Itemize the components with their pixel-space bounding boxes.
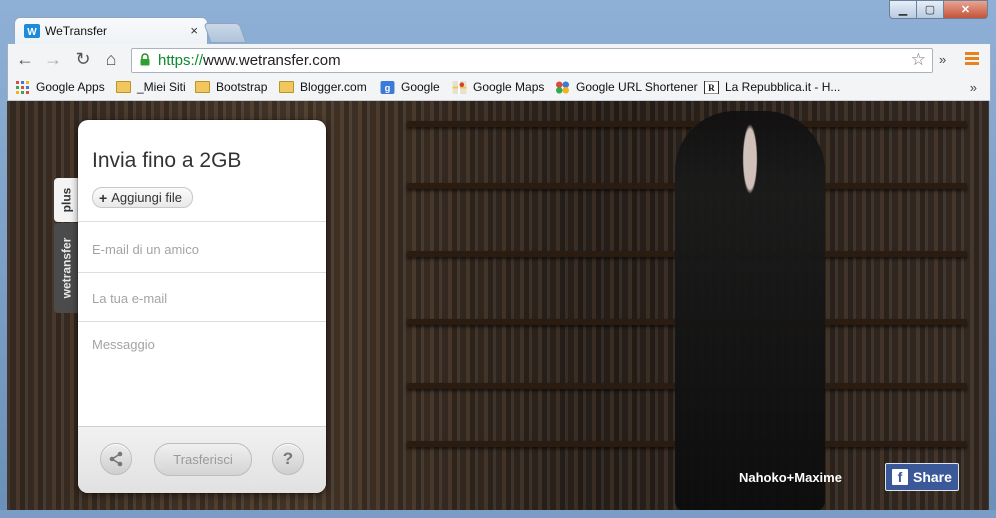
help-button[interactable]: ? [272, 443, 304, 475]
bookmark-label: Bootstrap [216, 80, 268, 94]
facebook-icon: f [892, 469, 908, 485]
extensions-overflow-icon[interactable]: » [939, 52, 946, 67]
window-bottom-border [0, 510, 996, 518]
tab-wetransfer-logo[interactable]: wetransfer [54, 223, 78, 313]
tab-plus-label: plus [59, 187, 74, 213]
folder-icon [116, 81, 131, 93]
window-controls: ▁ ▢ ✕ [889, 0, 988, 19]
bookmark-label: La Repubblica.it - H... [725, 80, 841, 94]
friend-email-field[interactable] [78, 239, 326, 259]
bookmark-blogger[interactable]: Blogger.com [279, 80, 367, 94]
bookmarks-bar: Google Apps _Miei Siti Bootstrap Blogger… [7, 76, 991, 101]
repubblica-icon: R [704, 80, 719, 94]
folder-icon [279, 81, 294, 93]
bookmark-repubblica[interactable]: R La Repubblica.it - H... [704, 80, 840, 94]
svg-text:g: g [385, 83, 391, 93]
your-email-field[interactable] [78, 288, 326, 308]
tab-title: WeTransfer [45, 24, 108, 38]
bookmark-label: Blogger.com [300, 80, 367, 94]
svg-text:W: W [27, 27, 37, 38]
panel-title: Invia fino a 2GB [92, 149, 242, 172]
bookmark-label: Google URL Shortener [576, 80, 698, 94]
tab-wetransfer[interactable]: W WeTransfer × [14, 17, 208, 45]
url-text[interactable]: https://www.wetransfer.com [158, 52, 341, 69]
home-icon[interactable]: ⌂ [100, 49, 122, 70]
bookmark-google-apps[interactable]: Google Apps [15, 80, 105, 94]
maps-icon [452, 80, 467, 94]
message-field[interactable] [78, 337, 326, 417]
bookmark-bootstrap[interactable]: Bootstrap [195, 80, 267, 94]
google-icon: g [380, 80, 395, 94]
minimize-button[interactable]: ▁ [889, 0, 917, 19]
apps-grid-icon [16, 80, 29, 94]
tab-close-icon[interactable]: × [190, 23, 198, 38]
bookmark-star-icon[interactable]: ☆ [911, 50, 926, 70]
reload-icon[interactable]: ↻ [72, 49, 94, 70]
url-scheme: https:// [158, 52, 204, 69]
friend-email-row [78, 221, 326, 272]
bookmark-label: _Miei Siti [137, 80, 186, 94]
bookmark-label: Google Maps [473, 80, 545, 94]
address-bar[interactable]: https://www.wetransfer.com ☆ [131, 48, 933, 73]
lock-icon [140, 53, 150, 66]
wetransfer-logo-label: wetransfer [59, 237, 74, 299]
shortener-icon [556, 80, 569, 94]
chrome-menu-icon[interactable] [965, 52, 979, 67]
share-icon [109, 451, 123, 467]
browser-window: W WeTransfer × ▁ ▢ ✕ ← → ↻ ⌂ https://www… [0, 0, 996, 518]
transfer-button[interactable]: Trasferisci [154, 443, 252, 476]
tab-plus[interactable]: plus [54, 178, 78, 222]
your-email-row [78, 272, 326, 322]
wetransfer-favicon-icon: W [24, 24, 40, 38]
back-arrow-icon[interactable]: ← [14, 49, 36, 70]
facebook-share-button[interactable]: f Share [885, 463, 959, 491]
forward-arrow-icon[interactable]: → [42, 49, 64, 70]
share-label: Share [913, 469, 952, 485]
add-files-button[interactable]: + Aggiungi file [92, 187, 194, 208]
upload-panel: Invia fino a 2GB +Aggiungi file Trasferi… [78, 120, 326, 493]
photo-credit: Nahoko+Maxime [739, 470, 842, 485]
browser-toolbar: ← → ↻ ⌂ https://www.wetransfer.com ☆ » [7, 44, 991, 76]
bookmark-label: Google Apps [36, 80, 105, 94]
svg-text:R: R [708, 84, 715, 94]
share-link-button[interactable] [100, 443, 132, 475]
bookshelf-board [407, 121, 967, 127]
url-host: www.wetransfer.com [203, 52, 341, 69]
background-model-figure [675, 111, 825, 510]
folder-icon [195, 81, 210, 93]
bookmark-url-shortener[interactable]: Google URL Shortener [555, 80, 698, 94]
plus-icon: + [99, 189, 108, 206]
bookmark-miei-siti[interactable]: _Miei Siti [116, 80, 186, 94]
page-content: plus wetransfer Invia fino a 2GB + Aggiun… [7, 101, 989, 510]
add-files-label: Aggiungi file [111, 190, 183, 205]
bookmark-label: Google [401, 80, 440, 94]
bookmarks-overflow-icon[interactable]: » [970, 80, 977, 95]
bookmark-google-maps[interactable]: Google Maps [452, 80, 544, 94]
message-row [78, 321, 326, 427]
panel-footer: Trasferisci ? [78, 426, 326, 493]
new-tab-button[interactable] [203, 23, 247, 43]
bookmark-google[interactable]: g Google [380, 80, 440, 94]
maximize-button[interactable]: ▢ [916, 0, 944, 19]
close-window-button[interactable]: ✕ [943, 0, 988, 19]
tab-strip: W WeTransfer × ▁ ▢ ✕ [0, 0, 996, 45]
